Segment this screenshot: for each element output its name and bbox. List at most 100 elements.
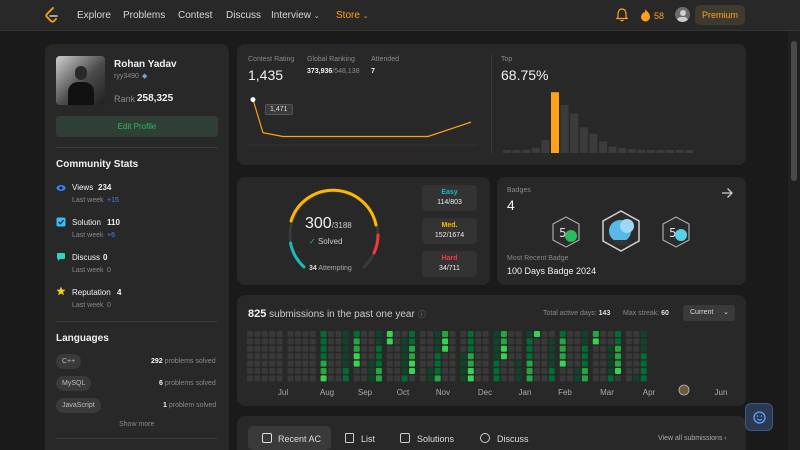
- heatmap-cell[interactable]: [508, 368, 515, 374]
- heatmap-cell[interactable]: [500, 345, 507, 352]
- heatmap-cell[interactable]: [394, 360, 401, 367]
- heatmap-cell[interactable]: [401, 353, 408, 360]
- heatmap-cell[interactable]: [434, 345, 441, 352]
- heatmap-cell[interactable]: [302, 345, 309, 352]
- heatmap-cell[interactable]: [409, 338, 415, 345]
- heatmap-cell[interactable]: [600, 353, 607, 360]
- heatmap-cell[interactable]: [500, 338, 507, 345]
- heatmap-cell[interactable]: [368, 353, 375, 360]
- heatmap-cell[interactable]: [449, 331, 456, 337]
- year-select[interactable]: Current ⌄: [683, 305, 735, 321]
- heatmap-cell[interactable]: [320, 360, 327, 367]
- heatmap-cell[interactable]: [386, 338, 393, 345]
- heatmap-cell[interactable]: [401, 360, 408, 367]
- heatmap-cell[interactable]: [434, 338, 441, 345]
- heatmap-cell[interactable]: [409, 360, 415, 367]
- heatmap-cell[interactable]: [600, 331, 607, 337]
- heatmap-cell[interactable]: [261, 368, 268, 374]
- heatmap-cell[interactable]: [335, 353, 342, 360]
- heatmap-cell[interactable]: [567, 375, 574, 382]
- heatmap-cell[interactable]: [261, 338, 268, 345]
- heatmap-cell[interactable]: [467, 338, 474, 345]
- heatmap-cell[interactable]: [261, 331, 268, 337]
- heatmap-cell[interactable]: [309, 338, 316, 345]
- heatmap-cell[interactable]: [368, 360, 375, 367]
- heatmap-cell[interactable]: [559, 338, 566, 345]
- heatmap-cell[interactable]: [467, 345, 474, 352]
- heatmap-cell[interactable]: [493, 345, 500, 352]
- heatmap-cell[interactable]: [276, 375, 283, 382]
- heatmap-cell[interactable]: [386, 353, 393, 360]
- heatmap-cell[interactable]: [254, 331, 261, 337]
- heatmap-cell[interactable]: [394, 368, 401, 374]
- heatmap-cell[interactable]: [526, 331, 533, 337]
- heatmap-cell[interactable]: [633, 368, 640, 374]
- heatmap-cell[interactable]: [261, 375, 268, 382]
- heatmap-cell[interactable]: [294, 353, 301, 360]
- heatmap-cell[interactable]: [269, 331, 276, 337]
- heatmap-cell[interactable]: [615, 331, 621, 337]
- heatmap-cell[interactable]: [342, 331, 349, 337]
- heatmap-cell[interactable]: [493, 353, 500, 360]
- heatmap-cell[interactable]: [287, 368, 294, 374]
- heatmap-cell[interactable]: [515, 331, 522, 337]
- heatmap-cell[interactable]: [427, 375, 434, 382]
- heatmap-cell[interactable]: [353, 375, 360, 382]
- heatmap-cell[interactable]: [460, 368, 467, 374]
- heatmap-cell[interactable]: [375, 353, 382, 360]
- heatmap-cell[interactable]: [467, 368, 474, 374]
- heatmap-cell[interactable]: [640, 338, 647, 345]
- heatmap-cell[interactable]: [269, 345, 276, 352]
- heatmap-cell[interactable]: [460, 353, 467, 360]
- heatmap-cell[interactable]: [534, 338, 540, 345]
- heatmap-cell[interactable]: [409, 368, 415, 374]
- heatmap-cell[interactable]: [526, 360, 533, 367]
- heatmap-cell[interactable]: [394, 353, 401, 360]
- heatmap-cell[interactable]: [482, 338, 489, 345]
- heatmap-cell[interactable]: [328, 353, 334, 360]
- heatmap-cell[interactable]: [401, 345, 408, 352]
- heatmap-cell[interactable]: [309, 331, 316, 337]
- heatmap-cell[interactable]: [261, 360, 268, 367]
- heatmap-cell[interactable]: [309, 368, 316, 374]
- heatmap-cell[interactable]: [615, 368, 621, 374]
- heatmap-cell[interactable]: [276, 331, 283, 337]
- heatmap-cell[interactable]: [361, 360, 368, 367]
- heatmap-cell[interactable]: [633, 338, 640, 345]
- heatmap-cell[interactable]: [500, 331, 507, 337]
- heatmap-cell[interactable]: [247, 368, 253, 374]
- heatmap-cell[interactable]: [508, 375, 515, 382]
- badge-50-days-2024-icon[interactable]: 5: [660, 215, 692, 249]
- heatmap-cell[interactable]: [615, 338, 621, 345]
- heatmap-cell[interactable]: [475, 360, 482, 367]
- heatmap-cell[interactable]: [508, 345, 515, 352]
- heatmap-cell[interactable]: [633, 353, 640, 360]
- heatmap-cell[interactable]: [534, 360, 540, 367]
- heatmap-cell[interactable]: [607, 368, 614, 374]
- heatmap-cell[interactable]: [640, 360, 647, 367]
- heatmap-cell[interactable]: [482, 360, 489, 367]
- heatmap-cell[interactable]: [574, 331, 581, 337]
- heatmap-cell[interactable]: [353, 368, 360, 374]
- heatmap-cell[interactable]: [419, 360, 426, 367]
- heatmap-cell[interactable]: [541, 331, 548, 337]
- heatmap-cell[interactable]: [335, 338, 342, 345]
- heatmap-cell[interactable]: [493, 331, 500, 337]
- heatmap-cell[interactable]: [328, 360, 334, 367]
- heatmap-cell[interactable]: [541, 338, 548, 345]
- heatmap-cell[interactable]: [409, 353, 415, 360]
- heatmap-cell[interactable]: [625, 353, 632, 360]
- heatmap-cell[interactable]: [449, 360, 456, 367]
- heatmap-cell[interactable]: [287, 353, 294, 360]
- heatmap-cell[interactable]: [368, 345, 375, 352]
- heatmap-cell[interactable]: [409, 375, 415, 382]
- heatmap-cell[interactable]: [427, 353, 434, 360]
- heatmap-cell[interactable]: [534, 345, 540, 352]
- heatmap-cell[interactable]: [309, 375, 316, 382]
- nav-discuss-link[interactable]: Discuss: [226, 10, 261, 21]
- info-icon[interactable]: ⓘ: [418, 310, 426, 319]
- heatmap-cell[interactable]: [633, 375, 640, 382]
- heatmap-cell[interactable]: [526, 345, 533, 352]
- heatmap-cell[interactable]: [508, 338, 515, 345]
- heatmap-cell[interactable]: [287, 338, 294, 345]
